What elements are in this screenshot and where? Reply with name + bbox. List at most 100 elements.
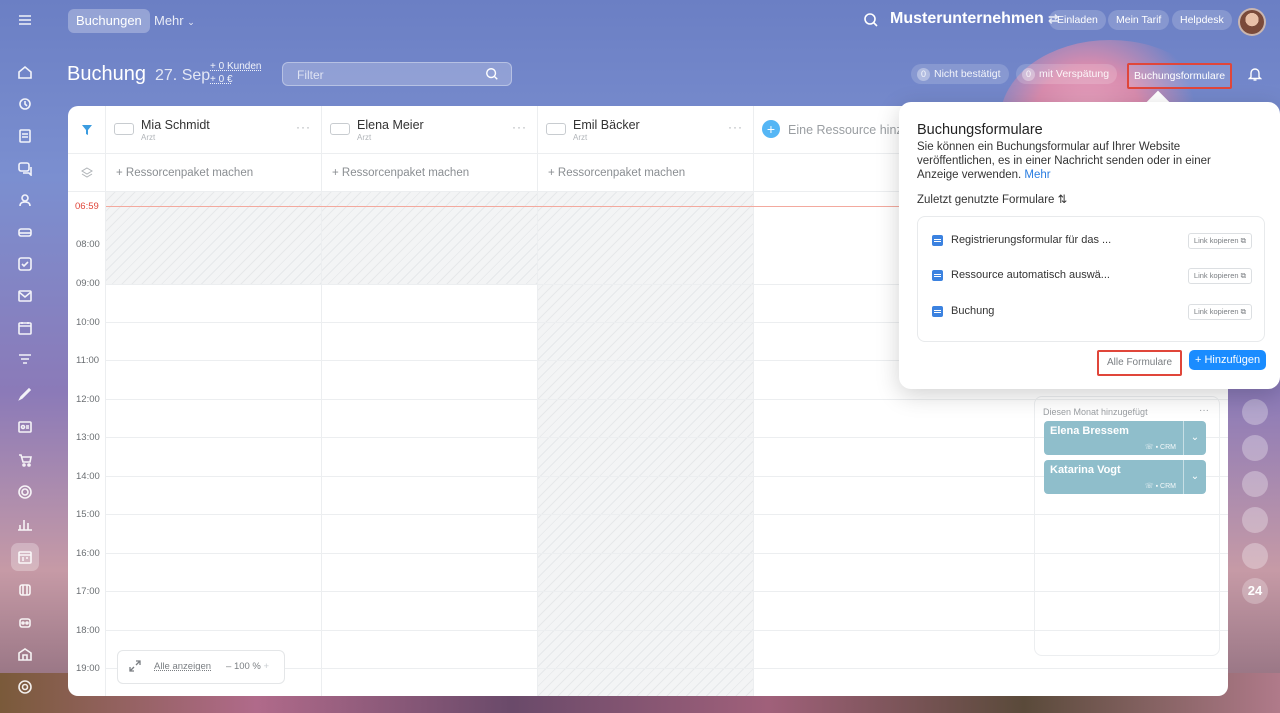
box-icon[interactable] [11, 576, 39, 604]
store-icon[interactable] [11, 640, 39, 668]
menu-icon[interactable] [11, 6, 39, 34]
bell-icon[interactable] [1248, 66, 1262, 82]
home-icon[interactable] [11, 58, 39, 86]
not-confirmed-filter[interactable]: 0 Nicht bestätigt [911, 64, 1009, 84]
resource-role: Arzt [357, 133, 372, 142]
expand-icon[interactable] [128, 659, 142, 673]
more-link[interactable]: Mehr [1024, 169, 1050, 181]
time-label: 19:00 [76, 663, 100, 674]
more-icon[interactable]: ··· [1199, 405, 1209, 416]
client-card[interactable]: Elena Bressem ☏ ▪ CRM ⌄ [1044, 421, 1206, 455]
form-name[interactable]: Buchung [951, 305, 994, 317]
form-item[interactable]: Registrierungsformular für das ... Link … [932, 231, 1252, 251]
stat-customers[interactable]: + 0 Kunden [210, 60, 261, 73]
document-icon[interactable] [11, 122, 39, 150]
booking-forms-button[interactable]: Buchungsformulare [1127, 63, 1233, 89]
cart-icon[interactable] [11, 446, 39, 474]
search-icon[interactable] [863, 12, 879, 28]
copy-link-button[interactable]: Link kopieren ⧉ [1187, 233, 1252, 249]
search-icon[interactable] [485, 67, 499, 81]
show-all-link[interactable]: Alle anzeigen [154, 661, 211, 672]
contact-avatar[interactable] [1242, 435, 1268, 461]
plus-icon[interactable]: + [762, 120, 780, 138]
form-name[interactable]: Registrierungsformular für das ... [951, 234, 1111, 246]
zoom-out-button[interactable]: – [226, 661, 231, 672]
time-label: 09:00 [76, 278, 100, 289]
tab-more[interactable]: Mehr ⌄ [154, 9, 195, 34]
more-icon[interactable]: ··· [512, 120, 527, 134]
schedule-column[interactable] [322, 284, 538, 696]
client-name: Katarina Vogt [1050, 464, 1121, 476]
stat-money[interactable]: + 0 € [210, 73, 261, 86]
contact-avatar[interactable] [1242, 399, 1268, 425]
calendar-icon[interactable] [11, 314, 39, 342]
copy-link-button[interactable]: Link kopieren ⧉ [1187, 268, 1252, 284]
form-name[interactable]: Ressource automatisch auswä... [951, 269, 1110, 281]
analytics-icon[interactable] [11, 510, 39, 538]
late-count: 0 [1022, 68, 1035, 81]
client-card[interactable]: Katarina Vogt ☏ ▪ CRM ⌄ [1044, 460, 1206, 494]
target-icon[interactable] [11, 478, 39, 506]
not-confirmed-label: Nicht bestätigt [934, 68, 1001, 80]
company-name[interactable]: Musterunternehmen ⇄ [890, 10, 1058, 28]
late-filter[interactable]: 0 mit Verspätung [1016, 64, 1118, 84]
filter-icon[interactable] [81, 124, 93, 136]
add-form-button[interactable]: + Hinzufügen [1189, 350, 1267, 370]
page-date[interactable]: 27. Sep [155, 67, 210, 85]
contact-avatar[interactable] [1242, 471, 1268, 497]
bitrix24-badge[interactable]: 24 [1242, 578, 1268, 604]
contact-avatar[interactable] [1242, 543, 1268, 569]
more-icon[interactable]: ··· [728, 120, 743, 134]
form-item[interactable]: Ressource automatisch auswä... Link kopi… [932, 266, 1252, 286]
tasks-icon[interactable] [11, 250, 39, 278]
schedule-column[interactable] [106, 284, 322, 696]
layers-icon[interactable] [81, 167, 93, 179]
chat-icon[interactable] [11, 154, 39, 182]
filter-field[interactable] [282, 62, 512, 86]
tab-bookings[interactable]: Buchungen [68, 9, 150, 33]
sort-icon[interactable]: ⇅ [1058, 194, 1068, 206]
contact-avatar[interactable] [1242, 507, 1268, 533]
filter-funnel-icon[interactable] [11, 346, 39, 374]
avatar[interactable] [1238, 8, 1266, 36]
settings-icon[interactable] [11, 673, 39, 701]
chevron-down-icon[interactable]: ⌄ [1183, 421, 1206, 455]
resource-header[interactable]: Mia Schmidt Arzt ··· [106, 106, 322, 154]
time-column [68, 192, 106, 696]
my-plan-button[interactable]: Mein Tarif [1108, 10, 1170, 30]
drive-icon[interactable] [11, 218, 39, 246]
add-resource-label[interactable]: Eine Ressource hinzu [788, 123, 910, 137]
time-label: 13:00 [76, 432, 100, 443]
page-title: Buchung [67, 63, 146, 85]
mail-icon[interactable] [11, 282, 39, 310]
sign-icon[interactable] [11, 380, 39, 408]
form-icon [932, 235, 943, 246]
create-package-button[interactable]: + Ressorcenpaket machen [538, 154, 754, 192]
invite-button[interactable]: Einladen [1049, 10, 1106, 30]
time-label: 08:00 [76, 239, 100, 250]
resource-toggle[interactable] [114, 123, 134, 135]
time-label: 12:00 [76, 394, 100, 405]
robot-icon[interactable] [11, 608, 39, 636]
create-package-button[interactable]: + Ressorcenpaket machen [322, 154, 538, 192]
filter-input[interactable] [295, 67, 469, 83]
resource-header[interactable]: Elena Meier Arzt ··· [322, 106, 538, 154]
recent-forms-label[interactable]: Zuletzt genutzte Formulare ⇅ [917, 192, 1067, 206]
time-label: 10:00 [76, 317, 100, 328]
resource-header[interactable]: Emil Bäcker Arzt ··· [538, 106, 754, 154]
contact-card-icon[interactable] [11, 413, 39, 441]
chevron-down-icon: ⌄ [187, 17, 195, 27]
booking-icon[interactable] [11, 543, 39, 571]
form-item[interactable]: Buchung Link kopieren ⧉ [932, 302, 1252, 322]
workflow-icon[interactable] [11, 90, 39, 118]
all-forms-button[interactable]: Alle Formulare [1097, 350, 1183, 376]
copy-link-button[interactable]: Link kopieren ⧉ [1187, 304, 1252, 320]
create-package-button[interactable]: + Ressorcenpaket machen [106, 154, 322, 192]
helpdesk-button[interactable]: Helpdesk [1172, 10, 1232, 30]
more-icon[interactable]: ··· [296, 120, 311, 134]
resource-toggle[interactable] [330, 123, 350, 135]
zoom-in-button[interactable]: + [264, 661, 270, 672]
users-icon[interactable] [11, 186, 39, 214]
resource-toggle[interactable] [546, 123, 566, 135]
chevron-down-icon[interactable]: ⌄ [1183, 460, 1206, 494]
